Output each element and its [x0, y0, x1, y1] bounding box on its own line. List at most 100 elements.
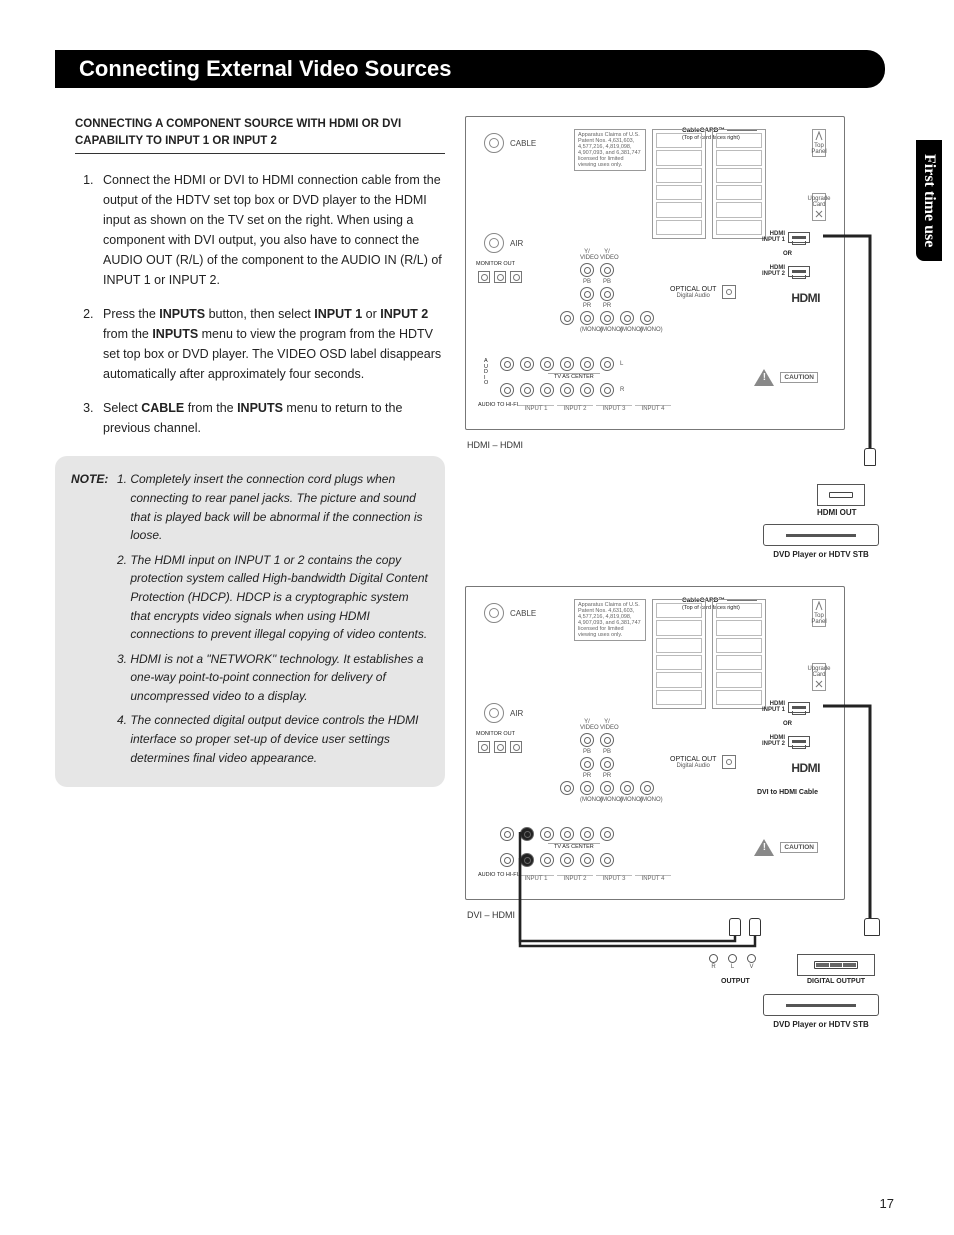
- jack-icon: [600, 757, 614, 771]
- hdmi-input1-label: HDMI INPUT 1: [755, 231, 785, 243]
- jack-icon: [640, 781, 654, 795]
- jack-icon: [520, 383, 534, 397]
- upgrade-card-tab: Upgrade Card: [812, 663, 826, 691]
- patent-text: Apparatus Claims of U.S. Patent Nos. 4,6…: [574, 129, 646, 171]
- cable-coax-icon: [484, 603, 504, 623]
- step-3: Select CABLE from the INPUTS menu to ret…: [97, 398, 445, 438]
- hdmi-logo: HDMI: [791, 761, 820, 775]
- jack-icon: [500, 357, 514, 371]
- jack-icon: [560, 827, 574, 841]
- left-column: CONNECTING A COMPONENT SOURCE WITH HDMI …: [75, 116, 445, 1086]
- jack-l-icon: [520, 827, 534, 841]
- note-2: The HDMI input on INPUT 1 or 2 contains …: [130, 551, 429, 644]
- dvi-connector-icon: [864, 918, 880, 936]
- jack-icon: [580, 733, 594, 747]
- note-4: The connected digital output device cont…: [130, 711, 429, 767]
- dvd-player-icon: [763, 524, 879, 546]
- jack-icon: [560, 853, 574, 867]
- svideo-jack-icon: [510, 271, 522, 283]
- side-tab-title: First time use: [916, 140, 942, 261]
- jack-icon: [600, 781, 614, 795]
- digital-output-box: [797, 954, 875, 976]
- jack-icon: [500, 827, 514, 841]
- warning-icon: !: [754, 369, 774, 386]
- jack-icon: [600, 853, 614, 867]
- jack-icon: [600, 357, 614, 371]
- hdmi-connector-icon: [864, 448, 876, 466]
- jack-icon: [540, 357, 554, 371]
- jack-icon: [600, 311, 614, 325]
- cablecard-slot2-icon: [712, 599, 766, 709]
- jack-icon: [560, 383, 574, 397]
- svideo-jack-icon: [494, 271, 506, 283]
- hdmi-port2-icon: [788, 266, 810, 277]
- audio-hifi-label: AUDIO TO HI-FI: [478, 403, 518, 409]
- dvd-player-icon: [763, 994, 879, 1016]
- jack-icon: [640, 311, 654, 325]
- optical-jack-icon: [722, 285, 736, 299]
- caution-label: CAUTION: [780, 372, 818, 383]
- upgrade-card-tab: Upgrade Card: [812, 193, 826, 221]
- jack-icon: [580, 781, 594, 795]
- steps-list: Connect the HDMI or DVI to HDMI connecti…: [75, 170, 445, 438]
- hdmi-port2-icon: [788, 736, 810, 747]
- svideo-jack-icon: [478, 271, 490, 283]
- hdmi-port1-icon: [788, 232, 810, 243]
- output-label: OUTPUT: [721, 978, 750, 985]
- jack-icon: [600, 287, 614, 301]
- svideo-jack-icon: [510, 741, 522, 753]
- jack-r-icon: [520, 853, 534, 867]
- rca-l-icon: [728, 954, 737, 963]
- jack-icon: [580, 311, 594, 325]
- jack-icon: [500, 383, 514, 397]
- input2-label: INPUT 2: [557, 405, 593, 412]
- input3-label: INPUT 3: [596, 405, 632, 412]
- cablecard-slot-icon: [652, 129, 706, 239]
- diagram1-caption: HDMI – HDMI: [467, 440, 523, 450]
- notes-list: Completely insert the connection cord pl…: [112, 470, 429, 773]
- cable-label: CABLE: [510, 139, 536, 148]
- top-panel-tab: Top Panel: [812, 129, 826, 157]
- diagram-dvi: CABLE Apparatus Claims of U.S. Patent No…: [465, 586, 899, 1086]
- svideo-jack-icon: [494, 741, 506, 753]
- cablecard-slot2-icon: [712, 129, 766, 239]
- section-heading: CONNECTING A COMPONENT SOURCE WITH HDMI …: [75, 116, 445, 154]
- digital-output-label: DIGITAL OUTPUT: [797, 978, 875, 985]
- or-label: OR: [783, 251, 792, 257]
- jack-icon: [600, 827, 614, 841]
- hdmi-logo: HDMI: [791, 291, 820, 305]
- dvi-cable-label: DVI to HDMI Cable: [757, 789, 818, 796]
- hdmi-port1-icon: [788, 702, 810, 713]
- jack-icon: [560, 781, 574, 795]
- jack-icon: [540, 827, 554, 841]
- jack-icon: [540, 853, 554, 867]
- jack-icon: [580, 383, 594, 397]
- jack-icon: [600, 733, 614, 747]
- jack-icon: [540, 383, 554, 397]
- tv-center-label: TV AS CENTER: [548, 373, 600, 380]
- jack-icon: [600, 263, 614, 277]
- svideo-jack-icon: [478, 741, 490, 753]
- jack-icon: [520, 357, 534, 371]
- jack-icon: [560, 311, 574, 325]
- diagram-hdmi: CABLE Apparatus Claims of U.S. Patent No…: [465, 116, 899, 576]
- page-title: Connecting External Video Sources: [55, 50, 885, 88]
- rca-r-icon: [709, 954, 718, 963]
- jack-icon: [620, 311, 634, 325]
- step-1: Connect the HDMI or DVI to HDMI connecti…: [97, 170, 445, 290]
- note-label: NOTE:: [71, 470, 108, 773]
- air-label: AIR: [510, 239, 523, 248]
- hdmi-input2-label: HDMI INPUT 2: [755, 265, 785, 277]
- digital-audio-label: Digital Audio: [670, 293, 716, 299]
- note-3: HDMI is not a "NETWORK" technology. It e…: [130, 650, 429, 706]
- note-box: NOTE: Completely insert the connection c…: [55, 456, 445, 787]
- hdmi-out-box: [817, 484, 865, 506]
- cablecard-slot-icon: [652, 599, 706, 709]
- diagram2-caption: DVI – HDMI: [467, 910, 515, 920]
- jack-icon: [580, 263, 594, 277]
- jack-icon: [500, 853, 514, 867]
- input1-label: INPUT 1: [518, 405, 554, 412]
- optical-out-label: OPTICAL OUT: [670, 286, 716, 293]
- warning-icon: !: [754, 839, 774, 856]
- rca-connector-icon: [729, 918, 741, 936]
